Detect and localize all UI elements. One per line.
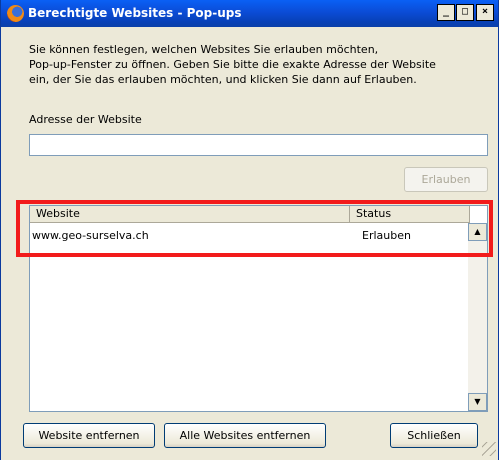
highlight-annotation [16, 200, 493, 257]
maximize-button[interactable]: □ [456, 4, 474, 21]
scroll-down-icon[interactable]: ▼ [468, 393, 487, 411]
resize-grip-icon[interactable] [482, 442, 496, 456]
close-button[interactable]: Schließen [390, 423, 478, 448]
minimize-button[interactable]: _ [437, 4, 455, 21]
firefox-icon [7, 5, 24, 22]
allow-button[interactable]: Erlauben [404, 167, 488, 192]
title-bar[interactable]: Berechtigte Websites - Pop-ups _ □ × [1, 0, 498, 27]
window-title: Berechtigte Websites - Pop-ups [28, 6, 242, 20]
address-input[interactable] [29, 134, 488, 156]
close-window-button[interactable]: × [476, 4, 494, 21]
popup-permissions-dialog: Berechtigte Websites - Pop-ups _ □ × Sie… [0, 0, 499, 460]
description-text: Sie können festlegen, welchen Websites S… [29, 43, 436, 86]
remove-all-websites-button[interactable]: Alle Websites entfernen [164, 423, 326, 448]
remove-website-button[interactable]: Website entfernen [23, 423, 155, 448]
address-label: Adresse der Website [29, 113, 142, 126]
